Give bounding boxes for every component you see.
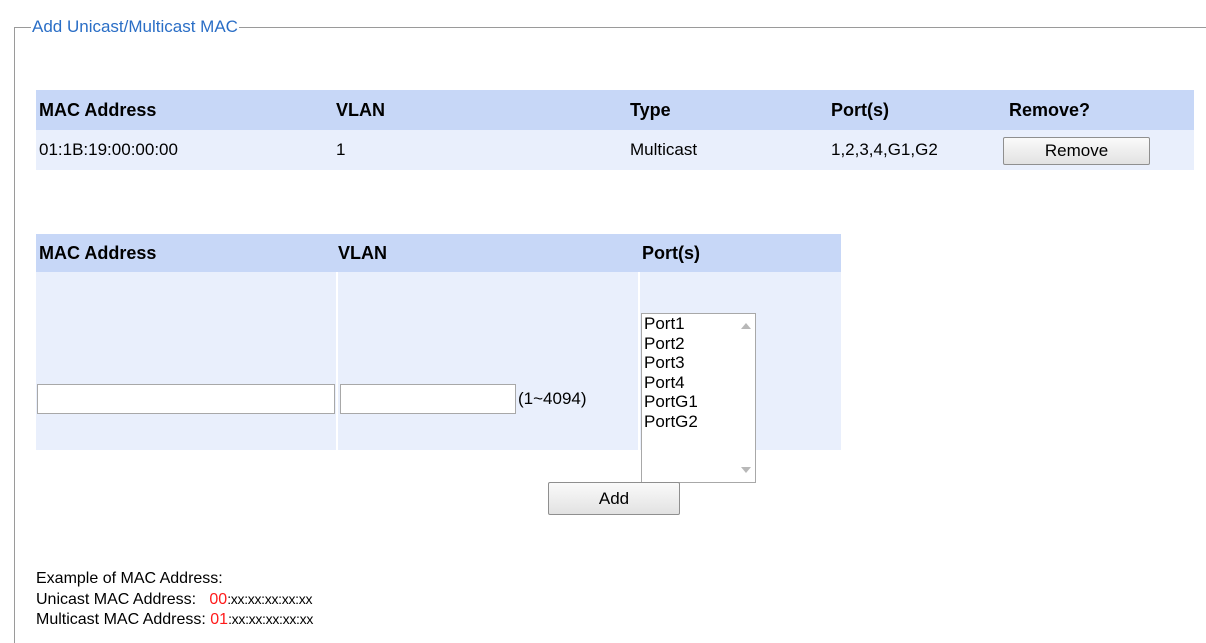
- header-vlan: VLAN: [336, 100, 385, 120]
- scroll-up-icon[interactable]: [741, 323, 751, 329]
- header-remove: Remove?: [1009, 100, 1091, 120]
- add-form-header: MAC Address VLAN Port(s): [36, 234, 841, 272]
- table-row: 01:1B:19:00:00:00 1 Multicast 1,2,3,4,G1…: [36, 130, 1194, 170]
- mac-table: MAC Address VLAN Type Port(s) Remove? 01…: [36, 90, 1194, 170]
- header-type: Type: [630, 100, 671, 120]
- add-form-body: (1~4094) Port1 Port2 Port3 Port4 PortG1 …: [36, 272, 841, 483]
- scroll-down-icon[interactable]: [741, 467, 751, 473]
- example-title: Example of MAC Address:: [36, 570, 223, 587]
- listbox-scrollbar[interactable]: [737, 314, 755, 482]
- example-unicast: Unicast MAC Address: 00:xx:xx:xx:xx:xx: [36, 589, 312, 610]
- remove-button[interactable]: Remove: [1003, 137, 1150, 165]
- cell-vlan: 1: [336, 140, 346, 159]
- add-button[interactable]: Add: [548, 482, 680, 515]
- example-multicast: Multicast MAC Address: 01:xx:xx:xx:xx:xx: [36, 609, 313, 630]
- cell-type: Multicast: [630, 140, 698, 159]
- vlan-range-hint: (1~4094): [518, 389, 587, 408]
- section-legend: Add Unicast/Multicast MAC: [31, 16, 239, 38]
- multicast-label: Multicast MAC Address:: [36, 611, 206, 628]
- header-ports: Port(s): [831, 100, 889, 120]
- mac-address-input[interactable]: [37, 384, 335, 414]
- column-divider: [336, 272, 338, 450]
- fieldset-border-left: [14, 27, 15, 643]
- header-vlan: VLAN: [338, 243, 387, 263]
- mac-table-header: MAC Address VLAN Type Port(s) Remove?: [36, 90, 1194, 130]
- unicast-label: Unicast MAC Address:: [36, 591, 197, 608]
- multicast-prefix: 01: [210, 611, 229, 628]
- unicast-prefix: 00: [209, 591, 228, 608]
- cell-ports: 1,2,3,4,G1,G2: [831, 140, 938, 159]
- header-mac-address: MAC Address: [39, 243, 157, 263]
- header-mac-address: MAC Address: [39, 100, 157, 120]
- header-ports: Port(s): [642, 243, 700, 263]
- add-mac-form: MAC Address VLAN Port(s) (1~4094) Port1 …: [36, 234, 841, 483]
- ports-listbox[interactable]: Port1 Port2 Port3 Port4 PortG1 PortG2: [641, 313, 756, 483]
- unicast-pattern: :xx:xx:xx:xx:xx: [227, 591, 313, 607]
- cell-mac-address: 01:1B:19:00:00:00: [39, 140, 178, 159]
- vlan-input[interactable]: [340, 384, 516, 414]
- column-divider: [638, 272, 640, 450]
- multicast-pattern: :xx:xx:xx:xx:xx: [228, 611, 314, 627]
